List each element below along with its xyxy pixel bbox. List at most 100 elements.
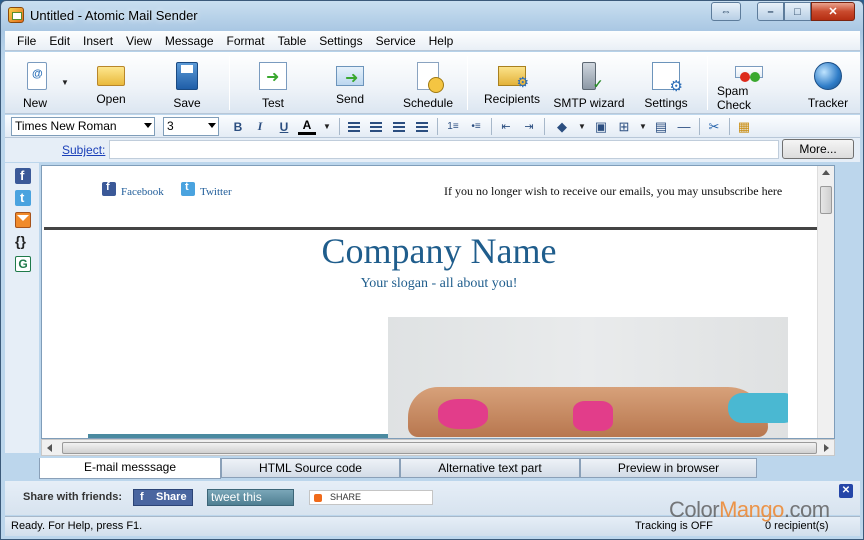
font-family-select[interactable]: Times New Roman <box>11 117 155 136</box>
menu-file[interactable]: File <box>11 34 43 48</box>
menu-settings[interactable]: Settings <box>313 34 369 48</box>
window-title: Untitled - Atomic Mail Sender <box>30 8 198 23</box>
format-toolbar: Times New Roman 3 B I U A ▼ 1≡ •≡ ⇤ ⇥ ◆ … <box>5 115 860 138</box>
smtp-label: SMTP wizard <box>553 96 625 110</box>
facebook-link[interactable]: Facebook <box>121 186 164 198</box>
watermark-part: Mango <box>719 497 784 522</box>
align-left-icon[interactable] <box>345 118 363 135</box>
align-right-icon[interactable] <box>390 118 408 135</box>
spam-label: Spam Check <box>717 84 752 112</box>
smtp-wizard-button[interactable]: SMTP wizard <box>553 52 625 112</box>
more-button[interactable]: More... <box>782 139 854 159</box>
font-family-value: Times New Roman <box>15 119 117 133</box>
spam-check-button[interactable]: Spam Check <box>717 52 781 112</box>
schedule-button[interactable]: Schedule <box>400 52 456 112</box>
minimize-button[interactable]: – <box>757 2 784 21</box>
google-icon[interactable]: G <box>15 256 31 272</box>
twitter-icon[interactable] <box>15 190 31 206</box>
fill-color-icon[interactable]: ◆ <box>553 118 571 135</box>
open-label: Open <box>96 92 126 106</box>
new-label: New <box>22 96 47 110</box>
menu-service[interactable]: Service <box>370 34 423 48</box>
tab-email-message[interactable]: E-mail messsage <box>39 458 221 479</box>
horizontal-line-icon[interactable]: — <box>675 118 693 135</box>
italic-icon[interactable]: I <box>251 118 269 135</box>
test-button[interactable]: Test <box>253 52 293 112</box>
watermark-logo: ColorMango.com <box>669 497 830 523</box>
horizontal-scrollbar[interactable] <box>41 439 835 456</box>
menu-help[interactable]: Help <box>423 34 461 48</box>
recipients-button[interactable]: Recipients <box>482 52 542 112</box>
toolbar-divider <box>467 56 468 110</box>
vertical-scrollbar[interactable] <box>817 166 834 438</box>
company-name: Company Name <box>321 231 557 271</box>
indent-icon[interactable]: ⇥ <box>520 118 538 135</box>
outdent-icon[interactable]: ⇤ <box>497 118 515 135</box>
twitter-link[interactable]: Twitter <box>200 186 232 198</box>
align-center-icon[interactable] <box>367 118 385 135</box>
tracker-button[interactable]: Tracker <box>805 52 851 112</box>
save-icon <box>176 62 198 90</box>
addthis-share-button[interactable]: SHARE <box>309 490 433 505</box>
editor-tabs: E-mail messsage HTML Source code Alterna… <box>39 458 839 479</box>
close-icon[interactable]: ✕ <box>839 484 853 498</box>
format-divider <box>437 118 438 135</box>
tab-html-source[interactable]: HTML Source code <box>221 458 400 478</box>
save-button[interactable]: Save <box>167 52 207 112</box>
resize-icon[interactable]: ⇔ <box>711 2 741 21</box>
subject-label[interactable]: Subject: <box>62 143 105 157</box>
send-button[interactable]: Send <box>330 52 370 112</box>
table-dropdown-icon[interactable]: ▼ <box>634 118 652 135</box>
image-icon[interactable]: ▣ <box>592 118 610 135</box>
picture-icon[interactable]: ▤ <box>652 118 670 135</box>
new-button[interactable]: New <box>15 52 55 112</box>
close-button[interactable]: ✕ <box>811 2 855 21</box>
toolbar-divider <box>707 56 708 110</box>
scroll-up-icon[interactable] <box>822 170 830 175</box>
font-color-icon[interactable]: A <box>298 118 316 135</box>
fill-color-dropdown-icon[interactable]: ▼ <box>573 118 591 135</box>
tab-preview[interactable]: Preview in browser <box>580 458 757 478</box>
menu-message[interactable]: Message <box>159 34 221 48</box>
watermark-part: .com <box>783 497 830 522</box>
numbered-list-icon[interactable]: 1≡ <box>444 118 462 135</box>
subject-input[interactable] <box>109 140 779 159</box>
clear-format-icon[interactable]: ✂ <box>705 118 723 135</box>
font-color-dropdown-icon[interactable]: ▼ <box>318 118 336 135</box>
email-icon[interactable] <box>15 212 31 228</box>
maximize-button[interactable]: □ <box>784 2 811 21</box>
justify-icon[interactable] <box>413 118 431 135</box>
braces-icon[interactable]: {} <box>15 233 31 249</box>
tab-alternative-text[interactable]: Alternative text part <box>400 458 580 478</box>
email-header: Facebook Twitter If you no longer wish t… <box>44 168 834 228</box>
bullet-list-icon[interactable]: •≡ <box>467 118 485 135</box>
facebook-icon[interactable] <box>15 168 31 184</box>
format-divider <box>544 118 545 135</box>
folder-icon <box>97 66 125 86</box>
settings-button[interactable]: Settings <box>641 52 691 112</box>
menu-insert[interactable]: Insert <box>77 34 120 48</box>
menu-bar: File Edit Insert View Message Format Tab… <box>5 31 860 51</box>
recipients-label: Recipients <box>483 92 541 106</box>
bold-icon[interactable]: B <box>229 118 247 135</box>
template-icon[interactable]: ▦ <box>735 118 753 135</box>
underline-icon[interactable]: U <box>275 118 293 135</box>
font-size-select[interactable]: 3 <box>163 117 219 136</box>
new-dropdown-icon[interactable]: ▼ <box>61 78 69 87</box>
menu-view[interactable]: View <box>120 34 159 48</box>
scroll-thumb[interactable] <box>62 442 817 454</box>
message-editor[interactable]: Facebook Twitter If you no longer wish t… <box>41 165 835 439</box>
facebook-share-button[interactable]: Share <box>133 489 193 506</box>
tweet-button[interactable]: tweet this <box>207 489 294 506</box>
watermark-part: Color <box>669 497 720 522</box>
menu-format[interactable]: Format <box>221 34 272 48</box>
scroll-right-icon[interactable] <box>824 444 829 452</box>
send-label: Send <box>335 92 365 106</box>
open-button[interactable]: Open <box>89 52 133 112</box>
scroll-thumb[interactable] <box>820 186 832 214</box>
scroll-left-icon[interactable] <box>47 444 52 452</box>
format-divider <box>491 118 492 135</box>
menu-table[interactable]: Table <box>272 34 314 48</box>
table-icon[interactable]: ⊞ <box>615 118 633 135</box>
menu-edit[interactable]: Edit <box>43 34 77 48</box>
